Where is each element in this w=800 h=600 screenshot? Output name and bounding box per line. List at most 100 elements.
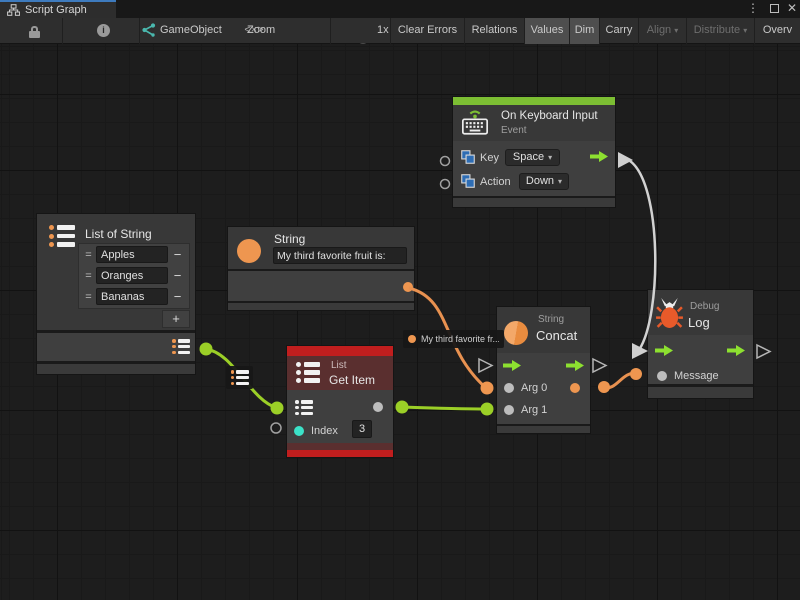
list-inline-editor: = − = − = − — [78, 243, 190, 309]
clear-errors-button[interactable]: Clear Errors — [391, 18, 465, 44]
more-menu-icon[interactable]: ⋮ — [747, 1, 757, 16]
enter-port[interactable] — [655, 345, 673, 356]
values-button[interactable]: Values — [525, 18, 570, 44]
dim-button[interactable]: Dim — [570, 18, 600, 44]
node-footer — [287, 443, 393, 450]
action-value: Down — [526, 174, 554, 189]
node-footer — [648, 387, 753, 398]
node-title: List of String — [85, 227, 152, 241]
node-header: Debug Log — [648, 290, 753, 335]
carry-button[interactable]: Carry — [600, 18, 639, 44]
list-item-input[interactable] — [96, 246, 168, 263]
drag-handle[interactable]: = — [81, 249, 96, 261]
list-input-port[interactable] — [295, 400, 313, 415]
align-label: Align — [647, 24, 671, 36]
node-debug-log[interactable]: Debug Log Message — [648, 290, 753, 398]
node-on-keyboard-input[interactable]: On Keyboard Input Event Key Space ▾ Acti… — [453, 97, 615, 207]
add-item-button[interactable]: + — [162, 310, 190, 328]
node-header: On Keyboard Input Event — [453, 105, 615, 141]
node-subtitle: Event — [501, 125, 527, 136]
remove-item-button[interactable]: − — [168, 268, 187, 283]
arg0-input-port[interactable] — [504, 383, 514, 393]
node-footer — [497, 426, 590, 433]
exit-port[interactable] — [727, 345, 745, 356]
node-get-item[interactable]: List Get Item Index — [287, 346, 393, 457]
index-port-label: Index — [311, 425, 338, 437]
list-output-port[interactable] — [172, 339, 190, 354]
string-icon — [237, 239, 261, 263]
string-value-icon — [408, 335, 416, 343]
list-item-row: = − — [79, 265, 189, 286]
gameobject-label: GameObject — [160, 18, 222, 43]
trigger-output-port[interactable] — [590, 151, 608, 162]
distribute-button[interactable]: Distribute ▾ — [687, 18, 755, 44]
node-category: Debug — [690, 301, 719, 312]
remove-item-button[interactable]: − — [168, 247, 187, 262]
zoom-value: 1x — [377, 18, 389, 43]
list-item-row: = − — [79, 244, 189, 265]
key-dropdown[interactable]: Space ▾ — [505, 149, 560, 166]
error-strip-bottom — [287, 450, 393, 457]
node-list-of-string[interactable]: List of String = − = − = − + — [37, 214, 195, 374]
drag-handle[interactable]: = — [81, 270, 96, 282]
node-footer — [37, 364, 195, 374]
item-output-port[interactable] — [373, 402, 383, 412]
maximize-glyph — [770, 4, 779, 13]
distribute-label: Distribute — [694, 24, 740, 36]
arg0-port-label: Arg 0 — [521, 382, 547, 394]
exit-port[interactable] — [566, 360, 584, 371]
tab-bar: Script Graph ⋮ ✕ — [0, 0, 800, 18]
tab-script-graph[interactable]: Script Graph — [0, 0, 116, 18]
event-accent-strip — [453, 97, 615, 105]
drag-handle[interactable]: = — [81, 291, 96, 303]
tab-title: Script Graph — [25, 4, 87, 16]
overview-button[interactable]: Overv — [755, 18, 800, 44]
action-dropdown[interactable]: Down ▾ — [519, 173, 569, 190]
string-value-input[interactable] — [273, 247, 407, 264]
list-icon — [231, 370, 249, 385]
node-footer — [228, 303, 414, 310]
index-value-input[interactable] — [352, 420, 372, 438]
align-button[interactable]: Align ▾ — [639, 18, 687, 44]
node-title: Concat — [536, 328, 577, 343]
relations-button[interactable]: Relations — [465, 18, 525, 44]
toolbar-button-group: Clear Errors Relations Values Dim Carry … — [391, 18, 800, 44]
node-category: String — [538, 314, 564, 325]
info-icon[interactable]: i — [97, 24, 110, 37]
action-port-label: Action — [480, 176, 511, 188]
node-body: Key Space ▾ Action Down ▾ — [453, 141, 615, 196]
string-output-port[interactable] — [403, 282, 413, 292]
arg1-input-port[interactable] — [504, 405, 514, 415]
list-icon — [49, 225, 75, 247]
node-title: Get Item — [329, 373, 375, 387]
lock-icon[interactable] — [29, 26, 40, 38]
wire-value-label: My third favorite fr... — [403, 330, 504, 348]
key-value: Space — [513, 150, 544, 165]
node-string-literal[interactable]: String — [228, 227, 414, 310]
graph-toolbar: i <×> GameObject Zoom 1x Clear Errors Re… — [0, 18, 800, 44]
chevron-down-icon: ▾ — [674, 26, 678, 35]
enum-icon — [461, 174, 475, 188]
node-body: Message — [648, 335, 753, 384]
close-icon[interactable]: ✕ — [785, 1, 799, 16]
maximize-icon[interactable] — [767, 1, 781, 16]
node-concat[interactable]: String Concat Arg 0 Arg 1 — [497, 307, 590, 433]
graph-icon — [7, 4, 20, 16]
enter-port[interactable] — [503, 360, 521, 371]
node-title: On Keyboard Input — [501, 110, 598, 122]
remove-item-button[interactable]: − — [168, 289, 187, 304]
node-title: String — [274, 232, 305, 246]
node-header: String — [228, 227, 414, 269]
list-item-input[interactable] — [96, 288, 168, 305]
chevron-down-icon: ▾ — [558, 174, 562, 189]
node-header: List of String = − = − = − + — [37, 214, 195, 330]
node-header: List Get Item — [287, 356, 393, 390]
list-item-input[interactable] — [96, 267, 168, 284]
wire-value-badge — [226, 366, 253, 389]
index-input-port[interactable] — [294, 426, 304, 436]
gameobject-icon — [141, 23, 156, 38]
node-body — [37, 333, 195, 361]
node-footer — [453, 198, 615, 207]
message-input-port[interactable] — [657, 371, 667, 381]
result-output-port[interactable] — [570, 383, 580, 393]
